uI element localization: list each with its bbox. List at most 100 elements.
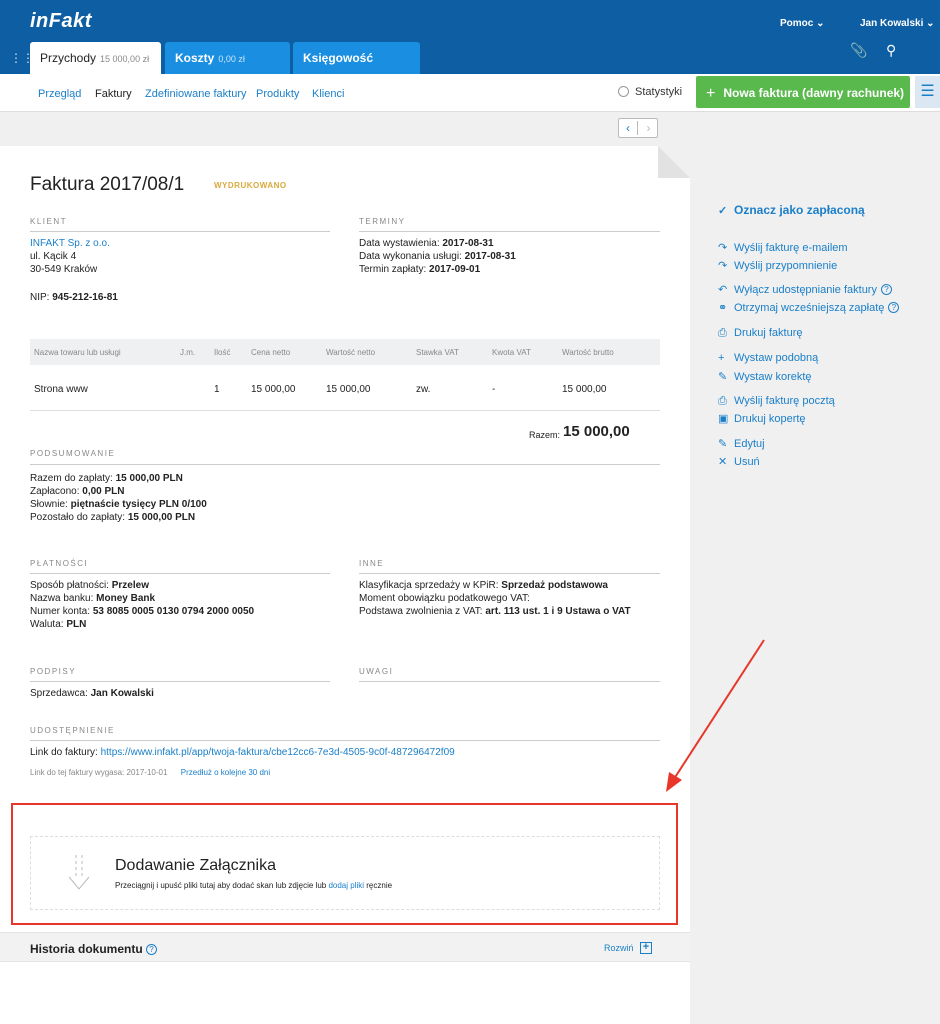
expand-history-link[interactable]: Rozwiń xyxy=(604,943,634,953)
divider xyxy=(30,740,660,741)
due-date-value: 2017-09-01 xyxy=(429,264,481,275)
col-header: Nazwa towaru lub usługi xyxy=(34,348,121,357)
action-label: Wyślij fakturę pocztą xyxy=(734,395,835,407)
check-icon: ✓ xyxy=(718,205,728,217)
chevron-left-icon[interactable]: ‹ xyxy=(619,121,638,135)
help-icon[interactable]: ? xyxy=(888,302,900,313)
print-invoice-button[interactable]: ⎙ Drukuj fakturę xyxy=(718,327,802,340)
currency: Waluta: PLN xyxy=(30,618,86,631)
bank-name: Nazwa banku: Money Bank xyxy=(30,592,155,605)
send-email-button[interactable]: ↷ Wyślij fakturę e-mailem xyxy=(718,241,848,254)
nip-value: 945-212-16-81 xyxy=(52,292,118,303)
value: art. 113 ust. 1 i 9 Ustawa o VAT xyxy=(485,606,631,617)
highlight-box xyxy=(11,803,678,925)
due-date-label: Termin zapłaty: xyxy=(359,264,427,275)
nav-faktury[interactable]: Faktury xyxy=(95,88,132,100)
issue-correction-button[interactable]: ✎ Wystaw korektę xyxy=(718,370,812,383)
delete-button[interactable]: ✕ Usuń xyxy=(718,455,760,468)
print-icon: ⎙ xyxy=(718,327,727,339)
payments-section-label: PŁATNOŚCI xyxy=(30,559,89,568)
sharing-section-label: UDOSTĘPNIENIE xyxy=(30,726,115,735)
disable-sharing-button[interactable]: ↶ Wyłącz udostępnianie faktury? xyxy=(718,283,892,296)
pie-chart-icon xyxy=(618,86,629,97)
share-link-row: Link do faktury: https://www.infakt.pl/a… xyxy=(30,746,455,759)
label: Klasyfikacja sprzedaży w KPiR: xyxy=(359,580,499,591)
label: Zapłacono: xyxy=(30,486,80,497)
label: Podstawa zwolnienia z VAT: xyxy=(359,606,483,617)
nav-zdefiniowane-faktury[interactable]: Zdefiniowane faktury xyxy=(145,88,247,100)
action-label: Wystaw korektę xyxy=(734,371,812,383)
app-logo[interactable]: inFakt xyxy=(30,10,92,33)
tab-ksiegowosc[interactable]: Księgowość xyxy=(293,42,420,74)
client-nip: NIP: 945-212-16-81 xyxy=(30,291,118,304)
forward-icon: ↷ xyxy=(718,242,728,254)
help-menu[interactable]: Pomoc ⌄ xyxy=(780,18,825,29)
cell-net-price: 15 000,00 xyxy=(251,384,296,395)
edit-button[interactable]: ✎ Edytuj xyxy=(718,437,765,450)
action-label: Drukuj fakturę xyxy=(734,327,803,339)
expand-plus-icon[interactable]: + xyxy=(640,942,652,954)
invoice-pager: ‹ › xyxy=(618,118,658,138)
cell-gross-value: 15 000,00 xyxy=(562,384,607,395)
client-name-link[interactable]: INFAKT Sp. z o.o. xyxy=(30,237,110,250)
vat-moment: Moment obowiązku podatkowego VAT: xyxy=(359,593,530,604)
value: Sprzedaż podstawowa xyxy=(501,580,608,591)
chevron-right-icon[interactable]: › xyxy=(639,121,658,135)
label: Sposób płatności: xyxy=(30,580,109,591)
action-label: Otrzymaj wcześniejszą zapłatę xyxy=(734,302,885,314)
label: Słownie: xyxy=(30,499,68,510)
tab-label: Koszty xyxy=(175,51,215,65)
col-header: Ilość xyxy=(214,348,231,357)
value: 15 000,00 PLN xyxy=(115,473,183,484)
service-date: Data wykonania usługi: 2017-08-31 xyxy=(359,250,516,263)
unshare-icon: ↶ xyxy=(718,284,728,296)
paperclip-icon[interactable]: 📎 xyxy=(850,42,867,59)
col-header: Wartość netto xyxy=(326,348,376,357)
divider xyxy=(359,231,660,232)
issue-similar-button[interactable]: + Wystaw podobną xyxy=(718,352,818,364)
divider xyxy=(359,573,660,574)
nav-przeglad[interactable]: Przegląd xyxy=(38,88,81,100)
search-icon[interactable]: ⚲ xyxy=(886,42,896,59)
divider xyxy=(30,573,330,574)
service-date-value: 2017-08-31 xyxy=(464,251,516,262)
plus-icon: + xyxy=(706,85,716,102)
extend-link[interactable]: Przedłuż o kolejne 30 dni xyxy=(181,768,270,777)
new-invoice-button[interactable]: + Nowa faktura (dawny rachunek) xyxy=(696,76,910,108)
tab-amount: 0,00 zł xyxy=(218,54,245,64)
nav-produkty[interactable]: Produkty xyxy=(256,88,299,100)
value: 15 000,00 PLN xyxy=(127,512,196,523)
statistics-button[interactable]: Statystyki xyxy=(618,86,682,98)
early-payment-button[interactable]: ⚭ Otrzymaj wcześniejszą zapłatę? xyxy=(718,301,900,314)
divider xyxy=(30,231,330,232)
top-bar: inFakt Pomoc ⌄ Jan Kowalski ⌄ 📎 ⚲ ⋮⋮ Prz… xyxy=(0,0,940,74)
user-name: Jan Kowalski xyxy=(860,18,924,29)
help-icon[interactable]: ? xyxy=(146,944,158,955)
apps-grid-icon[interactable]: ⋮⋮ xyxy=(10,52,34,64)
value: 53 8085 0005 0130 0794 2000 0050 xyxy=(92,606,255,617)
history-label: Historia dokumentu xyxy=(30,942,143,956)
action-label: Wyłącz udostępnianie faktury xyxy=(734,284,877,296)
payment-method: Sposób płatności: Przelew xyxy=(30,579,149,592)
user-menu[interactable]: Jan Kowalski ⌄ xyxy=(860,18,935,29)
tab-koszty[interactable]: Koszty 0,00 zł xyxy=(165,42,290,74)
client-city: 30-549 Kraków xyxy=(30,264,98,275)
hamburger-menu-icon[interactable]: ☰ xyxy=(915,76,940,108)
value: PLN xyxy=(66,619,87,630)
issue-date: Data wystawienia: 2017-08-31 xyxy=(359,237,494,250)
tab-przychody[interactable]: Przychody 15 000,00 zł xyxy=(30,42,161,74)
share-link[interactable]: https://www.infakt.pl/app/twoja-faktura/… xyxy=(101,747,455,758)
vat-exemption: Podstawa zwolnienia z VAT: art. 113 ust.… xyxy=(359,605,631,618)
sub-navigation: Przegląd Faktury Zdefiniowane faktury Pr… xyxy=(0,74,940,112)
print-envelope-button[interactable]: ▣ Drukuj kopertę xyxy=(718,412,806,425)
help-icon[interactable]: ? xyxy=(880,284,892,295)
col-header: Cena netto xyxy=(251,348,291,357)
help-label: Pomoc xyxy=(780,18,814,29)
send-reminder-button[interactable]: ↷ Wyślij przypomnienie xyxy=(718,259,837,272)
page-fold-corner xyxy=(658,146,690,178)
summary-paid: Zapłacono: 0,00 PLN xyxy=(30,485,125,498)
nav-klienci[interactable]: Klienci xyxy=(312,88,344,100)
issue-date-label: Data wystawienia: xyxy=(359,238,440,249)
mark-paid-button[interactable]: ✓ Oznacz jako zapłaconą xyxy=(718,203,865,217)
send-by-post-button[interactable]: ⎙ Wyślij fakturę pocztą xyxy=(718,395,835,408)
